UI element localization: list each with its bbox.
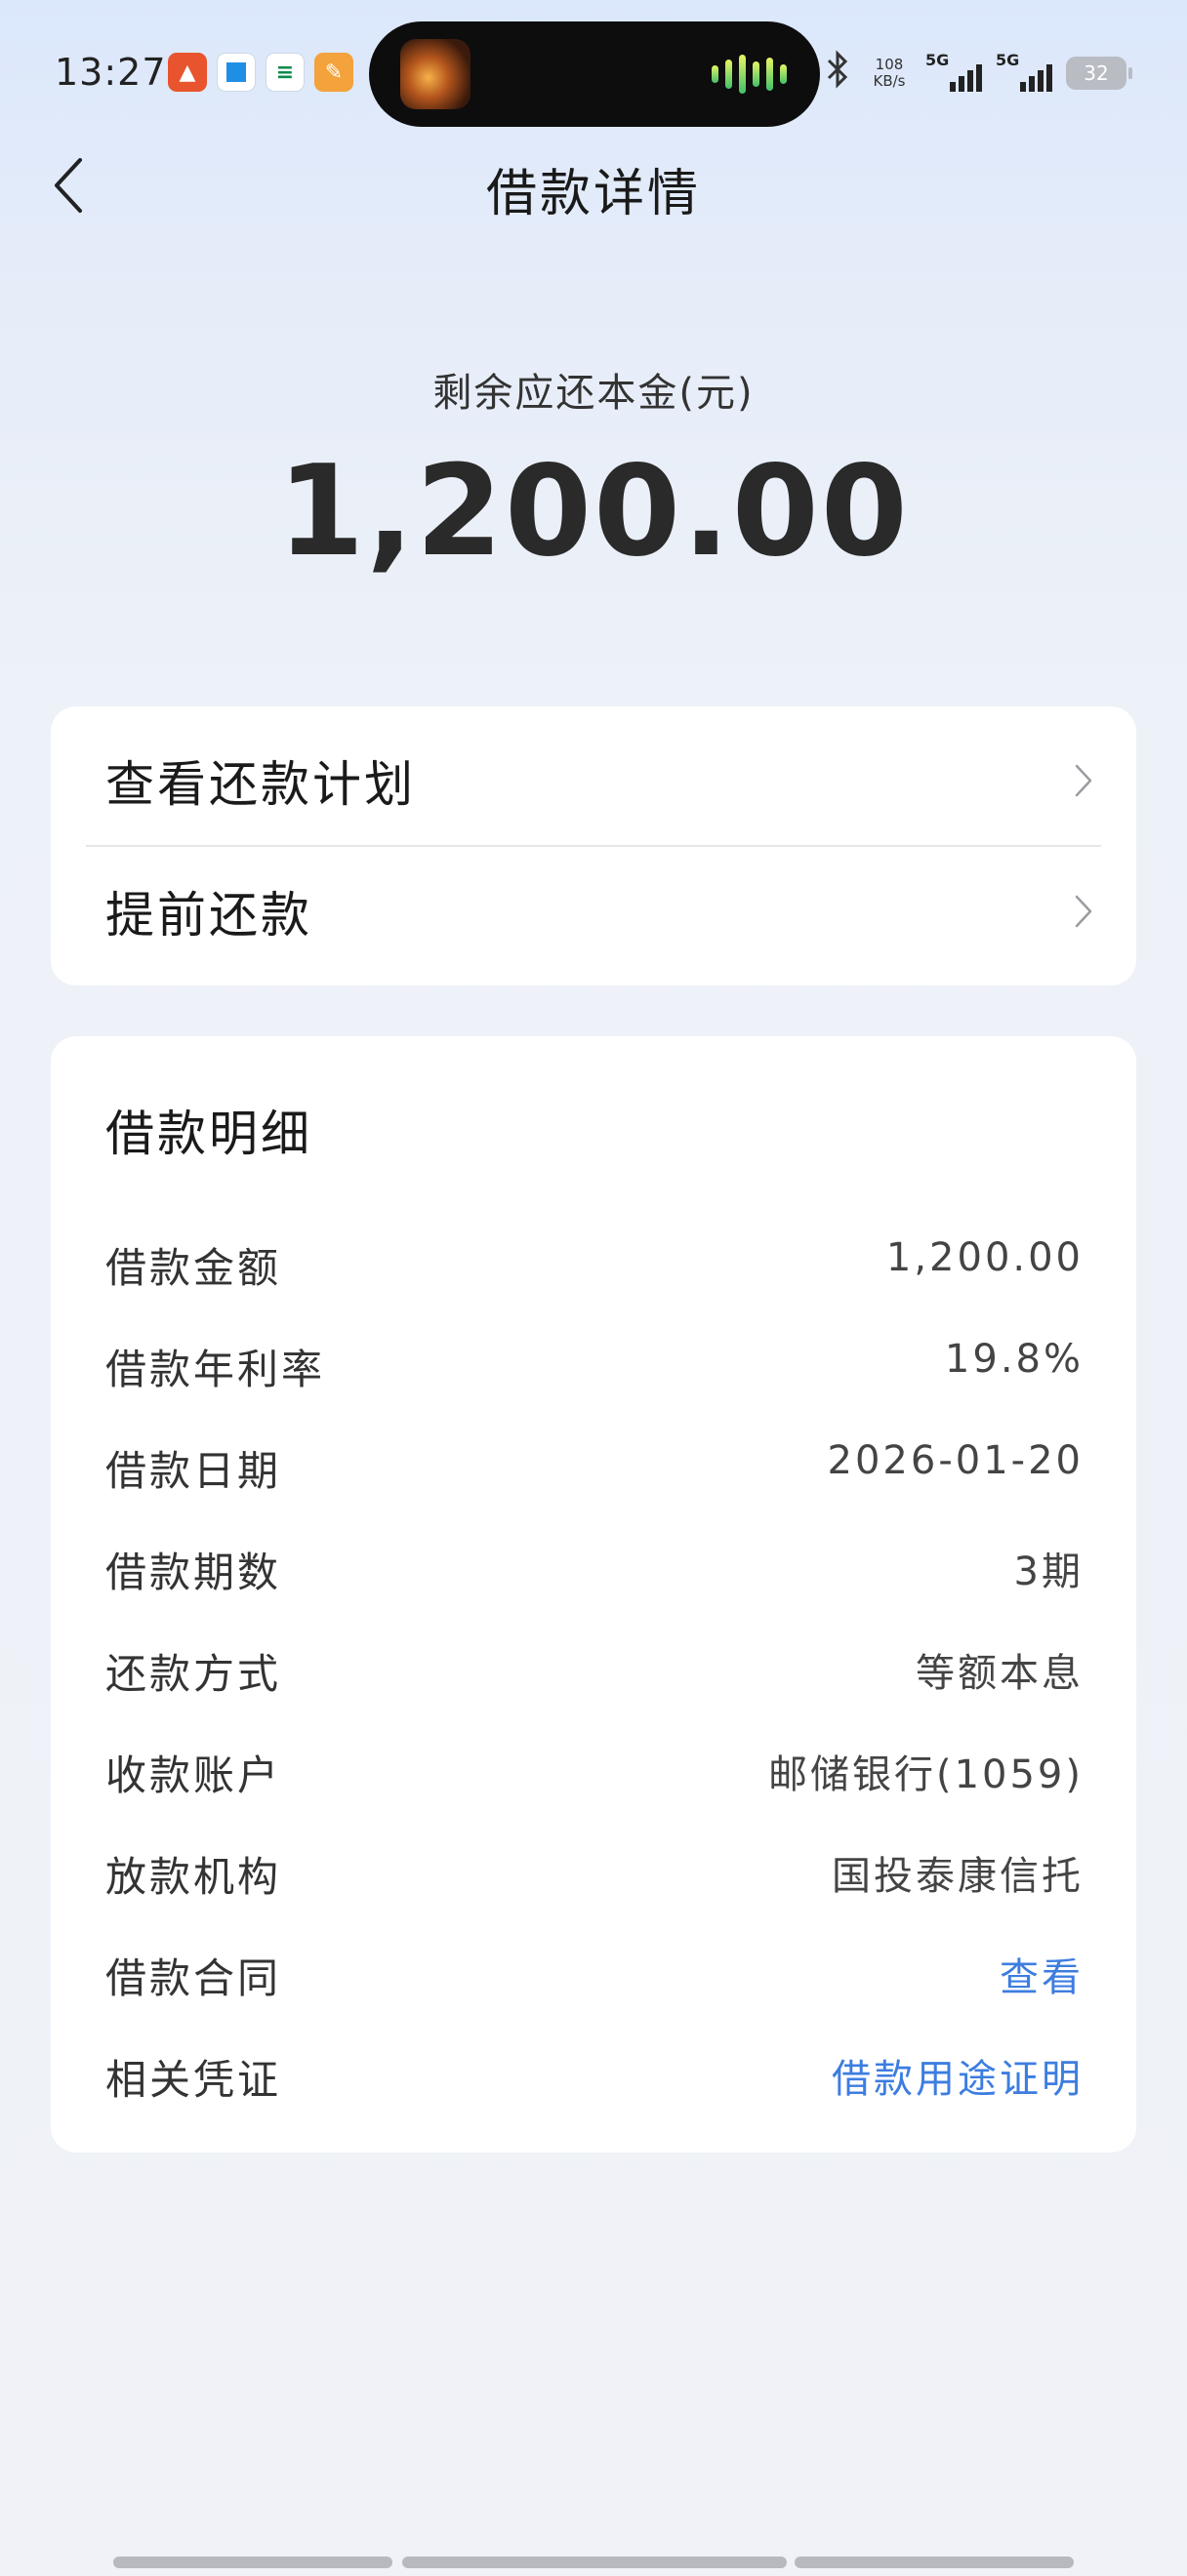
audio-visualizer-icon xyxy=(712,55,787,94)
system-indicators: 108 KB/s 5G 5G 32 xyxy=(824,47,1132,100)
early-repayment-label: 提前还款 xyxy=(105,887,312,944)
detail-key: 放款机构 xyxy=(105,1853,282,1901)
detail-value: 3期 xyxy=(1013,1550,1084,1594)
detail-row-repayment-method: 还款方式 等额本息 xyxy=(51,1628,1136,1706)
bluetooth-icon xyxy=(824,49,853,98)
loan-details-card: 借款明细 借款金额 1,200.00 借款年利率 19.8% 借款日期 2026… xyxy=(51,1036,1136,2153)
actions-card: 查看还款计划 提前还款 xyxy=(51,706,1136,986)
status-time: 13:27 xyxy=(55,51,167,94)
cellular-signal-icon-2: 5G xyxy=(996,51,1052,96)
detail-value: 2026-01-20 xyxy=(827,1438,1084,1483)
detail-key: 还款方式 xyxy=(105,1650,282,1698)
app-icon-blue xyxy=(217,53,256,92)
detail-key: 收款账户 xyxy=(105,1751,282,1799)
chevron-right-icon xyxy=(1075,895,1092,928)
detail-key: 借款期数 xyxy=(105,1549,282,1596)
detail-value: 等额本息 xyxy=(916,1651,1084,1696)
chevron-right-icon xyxy=(1075,764,1092,797)
cellular-signal-icon: 5G xyxy=(925,51,982,96)
view-repayment-plan-row[interactable]: 查看还款计划 xyxy=(51,716,1136,845)
detail-key: 借款合同 xyxy=(105,1954,282,2002)
detail-row-loan-contract: 借款合同 查看 xyxy=(51,1932,1136,2010)
battery-icon: 32 xyxy=(1066,57,1132,90)
view-repayment-plan-label: 查看还款计划 xyxy=(105,756,416,813)
detail-row-related-vouchers: 相关凭证 借款用途证明 xyxy=(51,2033,1136,2112)
detail-key: 相关凭证 xyxy=(105,2056,282,2104)
network-speed-value: 108 xyxy=(875,56,904,73)
detail-key: 借款日期 xyxy=(105,1447,282,1495)
detail-value: 1,200.00 xyxy=(885,1235,1084,1280)
detail-key: 借款金额 xyxy=(105,1244,282,1292)
detail-row-term-count: 借款期数 3期 xyxy=(51,1526,1136,1604)
dynamic-island[interactable] xyxy=(369,21,820,127)
detail-row-annual-rate: 借款年利率 19.8% xyxy=(51,1323,1136,1401)
detail-row-loan-date: 借款日期 2026-01-20 xyxy=(51,1425,1136,1503)
detail-row-receiving-account: 收款账户 邮储银行(1059) xyxy=(51,1729,1136,1807)
detail-row-lender: 放款机构 国投泰康信托 xyxy=(51,1831,1136,1909)
detail-row-loan-amount: 借款金额 1,200.00 xyxy=(51,1222,1136,1300)
home-indicator[interactable] xyxy=(113,2556,392,2568)
app-icon-green: ≡ xyxy=(266,53,305,92)
detail-value: 邮储银行(1059) xyxy=(767,1752,1084,1797)
network-speed-unit: KB/s xyxy=(873,72,906,90)
home-indicator[interactable] xyxy=(402,2556,787,2568)
detail-value: 19.8% xyxy=(944,1337,1084,1382)
notification-icons: ▲ ≡ ✎ xyxy=(168,53,353,92)
status-bar: 13:27 ▲ ≡ ✎ 108 KB/s 5G 5G 32 xyxy=(0,0,1187,146)
network-speed: 108 KB/s xyxy=(867,57,912,90)
signal-label-2: 5G xyxy=(996,51,1020,69)
early-repayment-row[interactable]: 提前还款 xyxy=(51,847,1136,976)
view-contract-link[interactable]: 查看 xyxy=(1000,1946,1084,2002)
remaining-principal-amount: 1,200.00 xyxy=(277,439,910,584)
loan-purpose-proof-link[interactable]: 借款用途证明 xyxy=(832,2047,1084,2104)
detail-value: 国投泰康信托 xyxy=(832,1854,1084,1899)
home-indicator[interactable] xyxy=(795,2556,1074,2568)
loan-details-title: 借款明细 xyxy=(105,1106,312,1162)
detail-key: 借款年利率 xyxy=(105,1346,326,1393)
now-playing-artwork xyxy=(400,39,471,109)
page-title: 借款详情 xyxy=(485,165,701,223)
app-icon-red: ▲ xyxy=(168,53,207,92)
remaining-principal-label: 剩余应还本金(元) xyxy=(432,371,755,416)
battery-level: 32 xyxy=(1084,61,1109,85)
app-icon-orange: ✎ xyxy=(314,53,353,92)
signal-label: 5G xyxy=(925,51,950,69)
